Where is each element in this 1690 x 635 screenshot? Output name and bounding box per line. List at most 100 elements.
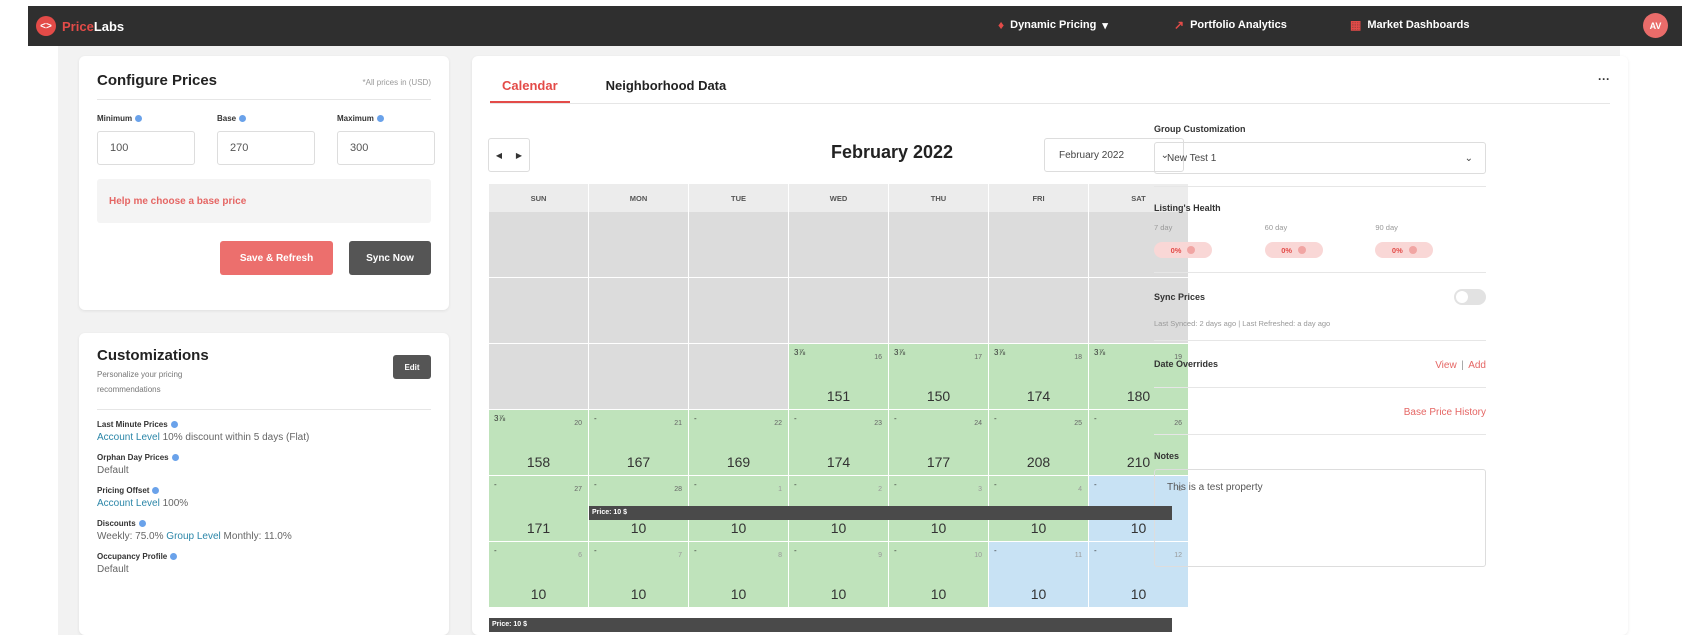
calendar-day-cell[interactable] (489, 212, 589, 278)
nav-market-dashboards[interactable]: ▦ Market Dashboards (1350, 18, 1469, 32)
gear-icon (1187, 246, 1196, 254)
nav-dynamic-pricing[interactable]: ♦ Dynamic Pricing ▾ (998, 18, 1108, 32)
day-indicator: - (494, 546, 497, 555)
calendar-day-cell[interactable] (889, 212, 989, 278)
weekday-label: MON (589, 184, 689, 212)
calendar-day-cell[interactable]: 3⅞ 17 150 (889, 344, 989, 410)
minimum-price-input[interactable] (97, 131, 195, 165)
day-indicator: - (1094, 546, 1097, 555)
sync-prices-toggle[interactable] (1454, 289, 1486, 305)
calendar-grid: SUN MON TUE WED THU FRI SAT 3⅞ 16 151 3⅞ 17 150 3⅞ 18… (489, 184, 1189, 632)
tab-calendar[interactable]: Calendar (490, 56, 570, 103)
customization-item: Occupancy Profile Default (97, 552, 431, 575)
calendar-day-cell[interactable]: - 10 10 (889, 542, 989, 608)
more-options-icon[interactable]: ··· (1598, 72, 1610, 86)
level-link[interactable]: Account Level (97, 498, 160, 509)
calendar-day-cell[interactable]: - 24 177 (889, 410, 989, 476)
sync-status-text: Last Synced: 2 days ago | Last Refreshed… (1154, 319, 1331, 328)
prev-month-icon[interactable]: ◀ (496, 151, 502, 160)
customizations-title: Customizations (97, 347, 209, 364)
maximum-price-input[interactable] (337, 131, 435, 165)
calendar-day-cell[interactable]: - 7 10 (589, 542, 689, 608)
save-refresh-button[interactable]: Save & Refresh (220, 241, 333, 275)
info-icon[interactable] (138, 520, 146, 528)
day-indicator: - (694, 480, 697, 489)
logo-text-labs: Labs (93, 18, 125, 34)
weekday-label: SUN (489, 184, 589, 212)
calendar-day-cell[interactable] (589, 278, 689, 344)
level-link[interactable]: Account Level (97, 432, 160, 443)
calendar-day-cell[interactable] (589, 344, 689, 410)
calendar-day-cell[interactable] (889, 278, 989, 344)
day-indicator: 3⅞ (494, 414, 506, 423)
edit-customizations-button[interactable]: Edit (393, 355, 431, 379)
calendar-day-cell[interactable] (989, 212, 1089, 278)
day-price: 10 (730, 586, 747, 602)
day-price: 10 (1030, 586, 1047, 602)
calendar-day-cell[interactable] (789, 212, 889, 278)
user-avatar[interactable]: AV (1643, 13, 1668, 38)
health-value: 0% (1391, 245, 1403, 255)
day-indicator: - (994, 480, 997, 489)
calendar-day-cell[interactable]: 3⅞ 18 174 (989, 344, 1089, 410)
calendar-day-cell[interactable]: - 23 174 (789, 410, 889, 476)
help-choose-base-price[interactable]: Help me choose a base price (97, 179, 431, 223)
calendar-day-cell[interactable] (489, 344, 589, 410)
calendar-day-cell[interactable]: - 22 169 (689, 410, 789, 476)
notes-textarea[interactable]: This is a test property (1154, 469, 1486, 567)
calendar-day-cell[interactable]: - 21 167 (589, 410, 689, 476)
calendar-day-cell[interactable]: - 8 10 (689, 542, 789, 608)
health-period-label: 90 day (1375, 223, 1398, 232)
gear-icon (1298, 246, 1307, 254)
calendar-day-cell[interactable]: 3⅞ 16 151 (789, 344, 889, 410)
calendar-day-cell[interactable] (689, 278, 789, 344)
weekday-label: THU (889, 184, 989, 212)
base-price-history-link[interactable]: Base Price History (1404, 407, 1486, 418)
info-icon[interactable] (376, 115, 384, 123)
info-icon[interactable] (170, 421, 178, 429)
dashboard-icon: ▦ (1350, 18, 1362, 32)
sync-prices-label: Sync Prices (1154, 292, 1206, 302)
calendar-day-cell[interactable]: - 27 171 (489, 476, 589, 542)
calendar-day-cell[interactable] (589, 212, 689, 278)
sync-now-button[interactable]: Sync Now (349, 241, 431, 275)
info-icon[interactable] (239, 115, 247, 123)
calendar-week: 3⅞ 16 151 3⅞ 17 150 3⅞ 18 174 3⅞ 19 180 (489, 344, 1189, 410)
calendar-day-cell[interactable]: - 25 208 (989, 410, 1089, 476)
day-indicator: - (494, 480, 497, 489)
next-month-icon[interactable]: ▶ (516, 151, 522, 160)
price-override-bar[interactable]: Price: 10 $ (489, 618, 1172, 632)
month-title: February 2022 (830, 142, 954, 162)
listing-health-label: Listing's Health (1154, 203, 1221, 213)
day-number: 27 (574, 486, 582, 493)
add-override-link[interactable]: Add (1468, 360, 1486, 371)
info-icon[interactable] (152, 487, 160, 495)
info-icon[interactable] (171, 454, 179, 462)
calendar-day-cell[interactable] (789, 278, 889, 344)
level-link[interactable]: Group Level (166, 531, 220, 542)
health-badge[interactable]: 0% (1375, 242, 1434, 258)
calendar-day-cell[interactable] (689, 212, 789, 278)
pricelabs-logo[interactable]: <> Price Labs (36, 16, 124, 36)
health-badge[interactable]: 0% (1264, 242, 1323, 258)
day-number: 1 (778, 486, 782, 493)
nav-portfolio-analytics[interactable]: ↗ Portfolio Analytics (1174, 18, 1287, 32)
chevron-down-icon: ⌄ (1464, 152, 1473, 164)
calendar-day-cell[interactable] (489, 278, 589, 344)
calendar-day-cell[interactable] (689, 344, 789, 410)
calendar-day-cell[interactable]: - 9 10 (789, 542, 889, 608)
day-price: 10 (630, 586, 647, 602)
day-price: 151 (826, 388, 851, 404)
calendar-day-cell[interactable]: - 11 10 (989, 542, 1089, 608)
group-customization-select[interactable]: New Test 1 ⌄ (1154, 142, 1486, 174)
info-icon[interactable] (170, 553, 178, 561)
calendar-day-cell[interactable]: 3⅞ 20 158 (489, 410, 589, 476)
tab-neighborhood-data[interactable]: Neighborhood Data (594, 56, 739, 103)
calendar-day-cell[interactable] (989, 278, 1089, 344)
health-badge[interactable]: 0% (1154, 242, 1212, 258)
calendar-day-cell[interactable]: - 6 10 (489, 542, 589, 608)
price-override-bar[interactable]: Price: 10 $ (589, 506, 1172, 520)
info-icon[interactable] (135, 115, 143, 123)
base-price-input[interactable] (217, 131, 315, 165)
view-overrides-link[interactable]: View (1435, 360, 1457, 371)
